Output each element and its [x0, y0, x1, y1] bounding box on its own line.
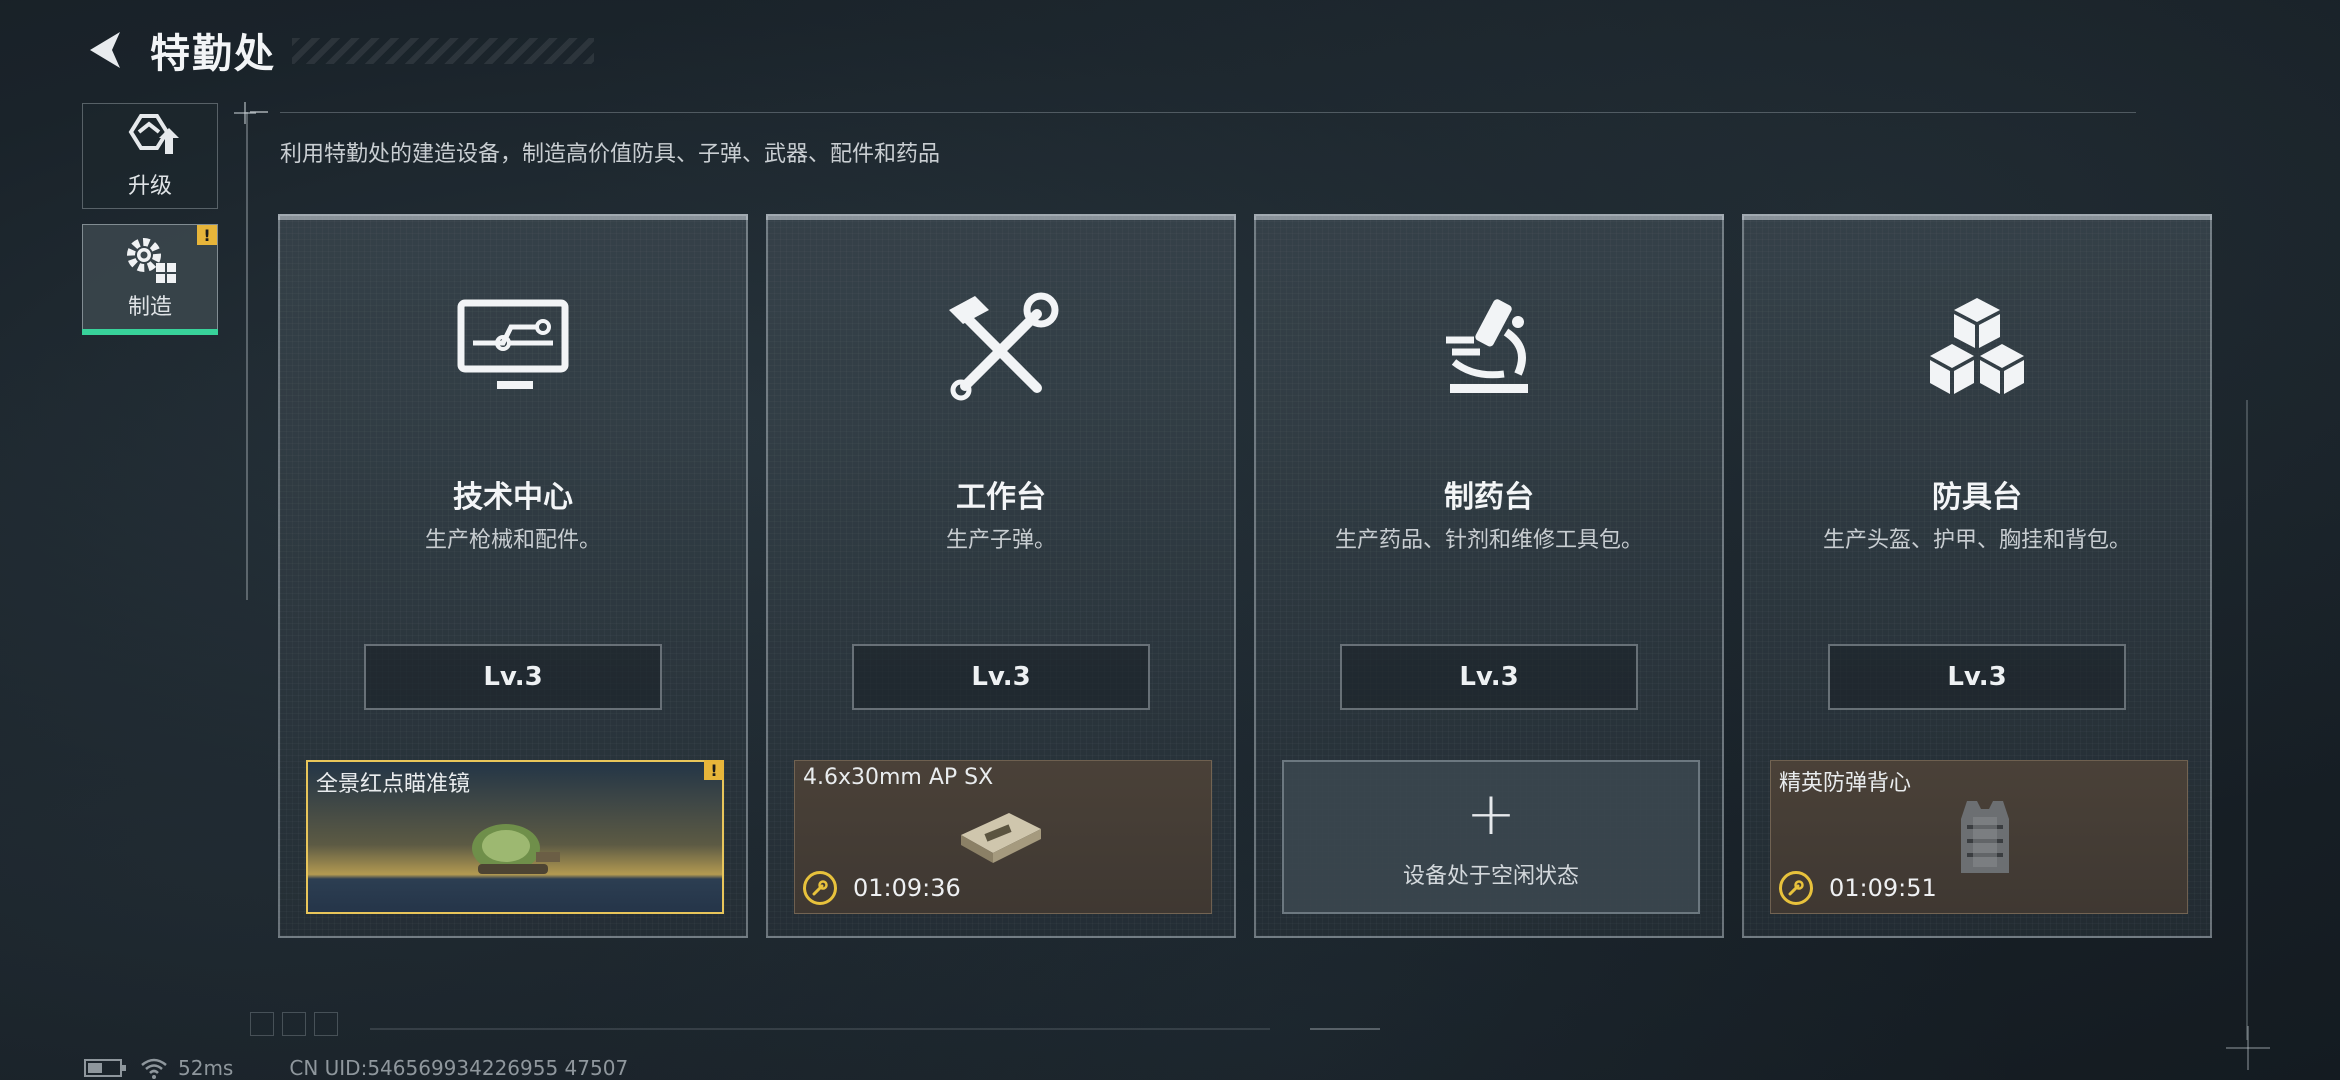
- alert-badge: !: [197, 225, 217, 245]
- divider: [2246, 400, 2248, 1040]
- production-timer: 01:09:51: [1779, 871, 1937, 905]
- station-subtitle: 生产枪械和配件。: [424, 528, 601, 553]
- station-title: 制药台: [1444, 480, 1534, 515]
- level-button[interactable]: Lv.3: [364, 644, 662, 710]
- production-slot-idle[interactable]: + 设备处于空闲状态: [1282, 760, 1700, 914]
- wrench-timer-icon: [1779, 871, 1813, 905]
- station-title: 技术中心: [453, 480, 573, 515]
- wifi-icon: [141, 1058, 167, 1079]
- wrench-timer-icon: [803, 871, 837, 905]
- idle-status-text: 设备处于空闲状态: [1402, 864, 1579, 889]
- item-name: 4.6x30mm AP SX: [803, 765, 994, 790]
- divider: [250, 111, 2136, 113]
- item-name: 全景红点瞄准镜: [316, 772, 471, 797]
- sidebar-item-craft[interactable]: ! 制造: [82, 224, 218, 335]
- production-slot[interactable]: 精英防弹背心 01:09:51: [1770, 760, 2188, 914]
- battery-icon: [84, 1059, 126, 1077]
- title-decoration: [292, 38, 594, 64]
- monitor-circuit-icon: [448, 282, 578, 412]
- sidebar-item-label: 制造: [127, 295, 172, 320]
- station-subtitle: 生产药品、针剂和维修工具包。: [1334, 528, 1643, 553]
- item-name: 精英防弹背心: [1779, 771, 1912, 796]
- level-button[interactable]: Lv.3: [1828, 644, 2126, 710]
- page-description: 利用特勤处的建造设备，制造高价值防具、子弹、武器、配件和药品: [280, 142, 941, 167]
- bottom-decoration: [250, 1012, 1390, 1036]
- sidebar-item-label: 升级: [127, 174, 172, 199]
- divider: [246, 112, 248, 600]
- corner-marker: [234, 102, 256, 124]
- station-card-tech-center[interactable]: 技术中心 生产枪械和配件。 Lv.3 ! 全景红点瞄准镜: [278, 214, 748, 938]
- production-timer: 01:09:36: [803, 871, 961, 905]
- alert-badge: !: [704, 760, 724, 780]
- station-title: 工作台: [956, 480, 1046, 515]
- station-title: 防具台: [1932, 480, 2022, 515]
- uid-text: CN UID:546569934226955 47507: [289, 1056, 629, 1080]
- back-arrow-icon: [90, 32, 120, 68]
- page-title: 特勤处: [150, 31, 276, 77]
- station-card-armor-bench[interactable]: 防具台 生产头盔、护甲、胸挂和背包。 Lv.3 精英防弹背心 01:09:51: [1742, 214, 2212, 938]
- timer-text: 01:09:36: [853, 874, 961, 902]
- sidebar-item-upgrade[interactable]: 升级: [82, 103, 218, 209]
- level-button[interactable]: Lv.3: [1340, 644, 1638, 710]
- production-slot-ready[interactable]: ! 全景红点瞄准镜: [306, 760, 724, 914]
- microscope-icon: [1424, 282, 1554, 412]
- ping-text: 52ms: [178, 1056, 234, 1080]
- station-subtitle: 生产子弹。: [945, 528, 1056, 553]
- red-dot-sight-icon: [472, 824, 560, 874]
- production-slot[interactable]: 4.6x30mm AP SX 01:09:36: [794, 760, 1212, 914]
- ammo-box-icon: [961, 813, 1041, 863]
- hammer-wrench-icon: [936, 282, 1066, 412]
- armor-vest-icon: [1961, 801, 2009, 873]
- timer-text: 01:09:51: [1829, 874, 1937, 902]
- station-card-pharmacy[interactable]: 制药台 生产药品、针剂和维修工具包。 Lv.3 + 设备处于空闲状态: [1254, 214, 1724, 938]
- boxes-icon: [1912, 282, 2042, 412]
- corner-marker: [2226, 1026, 2270, 1070]
- back-button[interactable]: [82, 24, 126, 76]
- status-bar: 52ms CN UID:546569934226955 47507: [84, 1056, 628, 1080]
- level-button[interactable]: Lv.3: [852, 644, 1150, 710]
- upgrade-icon: [128, 114, 179, 154]
- add-production-icon: +: [1465, 779, 1517, 849]
- station-subtitle: 生产头盔、护甲、胸挂和背包。: [1822, 528, 2131, 553]
- station-card-workbench[interactable]: 工作台 生产子弹。 Lv.3 4.6x30mm AP SX 01:09:36: [766, 214, 1236, 938]
- gear-craft-icon: [127, 238, 176, 283]
- header: 特勤处: [82, 24, 594, 77]
